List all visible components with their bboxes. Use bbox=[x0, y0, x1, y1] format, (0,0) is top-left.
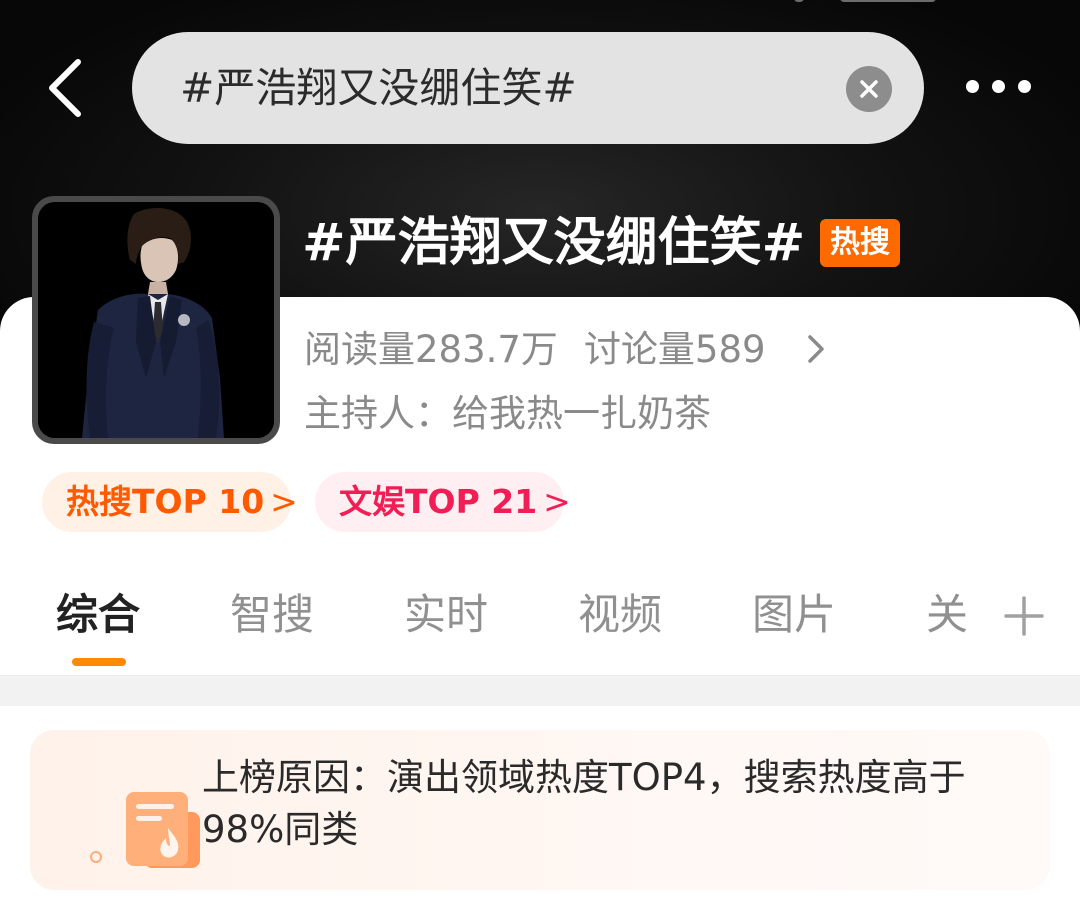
hot-search-rank-chip[interactable]: 热搜TOP 10 > bbox=[42, 472, 298, 532]
read-count: 阅读量283.7万 bbox=[304, 328, 558, 371]
more-icon bbox=[966, 80, 979, 93]
tab-follow[interactable]: 关 bbox=[926, 585, 968, 645]
clear-search-button[interactable] bbox=[846, 66, 892, 112]
tab-smart-search[interactable]: 智搜 bbox=[230, 585, 314, 645]
topic-title: #严浩翔又没绷住笑# bbox=[302, 213, 806, 273]
ranking-reason-text: 上榜原因：演出领域热度TOP4，搜索热度高于98%同类 bbox=[202, 756, 966, 851]
search-bar[interactable]: #严浩翔又没绷住笑# bbox=[132, 32, 924, 144]
tab-video[interactable]: 视频 bbox=[578, 585, 662, 645]
person-figure-image bbox=[38, 202, 274, 438]
topic-cover-image[interactable] bbox=[32, 196, 280, 444]
clear-icon bbox=[860, 80, 878, 98]
chevron-right-icon: > bbox=[543, 482, 571, 521]
section-separator bbox=[0, 676, 1080, 706]
stats-detail-button[interactable] bbox=[800, 333, 832, 365]
active-tab-indicator bbox=[72, 658, 126, 666]
ranking-reason-card: 上榜原因：演出领域热度TOP4，搜索热度高于98%同类 bbox=[30, 730, 1050, 890]
add-tab-icon bbox=[1004, 596, 1044, 636]
topic-page: #严浩翔又没绷住笑# #严浩翔又没绷住笑# 热搜 阅读量283.7万 讨论量58… bbox=[0, 0, 1080, 915]
back-button[interactable] bbox=[40, 58, 94, 118]
back-arrow-icon bbox=[49, 59, 81, 117]
tab-realtime[interactable]: 实时 bbox=[404, 585, 488, 645]
topic-stats[interactable]: 阅读量283.7万 讨论量589 bbox=[304, 324, 766, 376]
hot-document-icon bbox=[90, 792, 200, 868]
search-query[interactable]: #严浩翔又没绷住笑# bbox=[180, 32, 577, 144]
status-bar bbox=[790, 0, 950, 6]
entertainment-rank-label: 文娱TOP 21 bbox=[339, 482, 538, 521]
cover-photo bbox=[38, 202, 274, 438]
chevron-right-icon bbox=[808, 335, 824, 363]
hot-search-badge: 热搜 bbox=[820, 219, 900, 267]
entertainment-rank-chip[interactable]: 文娱TOP 21 > bbox=[315, 472, 571, 532]
hot-rank-label: 热搜TOP 10 bbox=[66, 482, 265, 521]
discussion-count: 讨论量589 bbox=[583, 328, 766, 371]
tab-pictures[interactable]: 图片 bbox=[752, 585, 836, 645]
chevron-right-icon: > bbox=[270, 482, 298, 521]
tab-comprehensive[interactable]: 综合 bbox=[56, 585, 140, 645]
more-options-button[interactable] bbox=[958, 70, 1038, 104]
topic-host: 主持人：给我热一扎奶茶 bbox=[304, 392, 711, 435]
add-tab-button[interactable] bbox=[1000, 592, 1048, 640]
